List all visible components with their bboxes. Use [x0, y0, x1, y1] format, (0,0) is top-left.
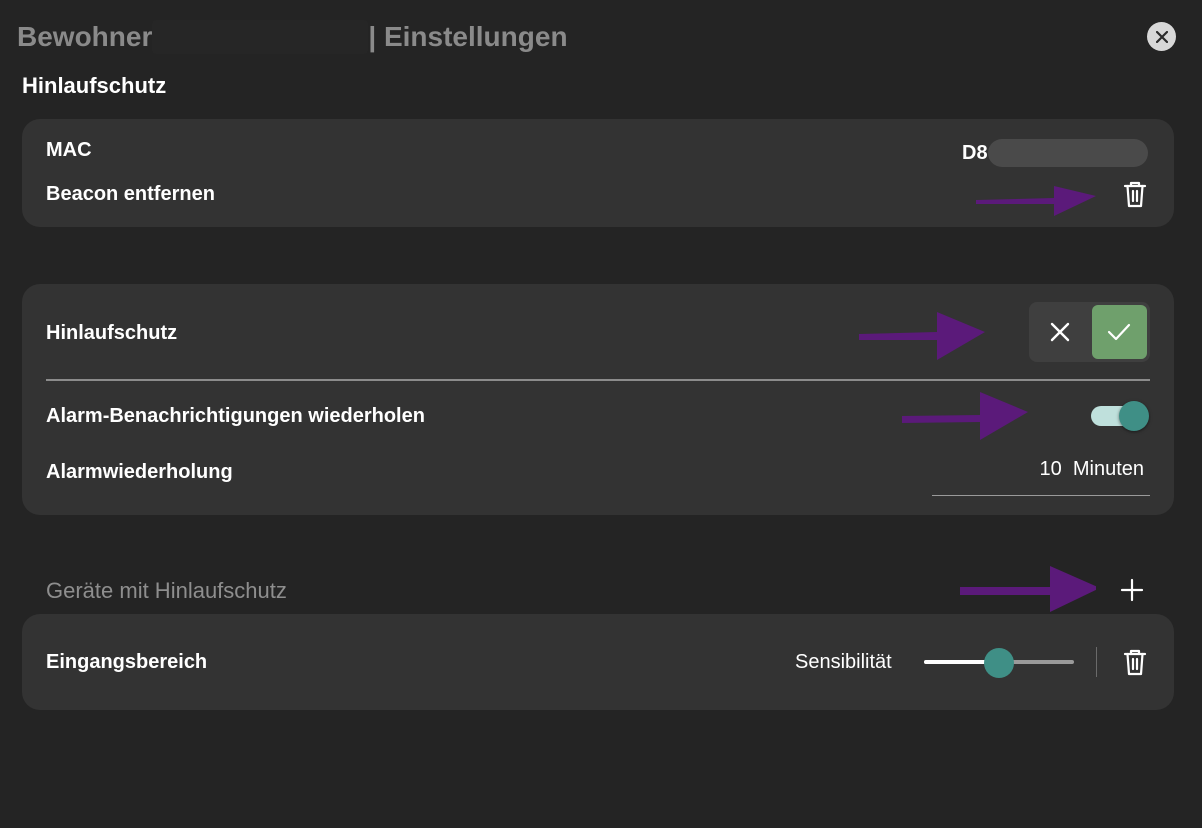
alarm-repetition-select[interactable]: 10 Minuten	[932, 456, 1150, 496]
trash-icon	[1123, 181, 1147, 208]
device-card: Eingangsbereich Sensibilität	[22, 614, 1174, 710]
hinlaufschutz-label: Hinlaufschutz	[46, 322, 178, 344]
settings-dialog: Bewohner | Einstellungen Hinlaufschutz M…	[0, 0, 1202, 828]
sensitivity-slider[interactable]	[924, 647, 1074, 678]
dialog-title-settings: | Einstellungen	[368, 21, 568, 52]
separator	[1096, 647, 1097, 677]
disable-button[interactable]	[1032, 305, 1088, 359]
close-button[interactable]	[1147, 22, 1176, 51]
redacted-name	[152, 20, 369, 54]
arrow-annotation	[976, 186, 1096, 216]
device-name: Eingangsbereich	[46, 651, 208, 673]
enable-button[interactable]	[1091, 305, 1147, 359]
remove-beacon-button[interactable]	[1123, 180, 1147, 208]
alarm-repetition-label: Alarmwiederholung	[46, 461, 233, 483]
delete-device-button[interactable]	[1123, 648, 1147, 676]
section-title: Hinlaufschutz	[22, 73, 167, 98]
mac-label: MAC	[46, 139, 92, 161]
repeat-alarm-switch[interactable]	[1089, 400, 1151, 432]
arrow-annotation	[859, 312, 985, 360]
mac-value: D8:	[962, 139, 1149, 167]
slider-thumb[interactable]	[984, 648, 1014, 678]
arrow-annotation	[960, 566, 1096, 612]
arrow-annotation	[902, 392, 1028, 440]
close-icon	[1155, 30, 1168, 43]
sensitivity-label: Sensibilität	[795, 651, 892, 673]
remove-beacon-label: Beacon entfernen	[46, 183, 215, 205]
repeat-alarm-label: Alarm-Benachrichtigungen wiederholen	[46, 405, 425, 427]
plus-icon	[1120, 578, 1144, 602]
x-icon	[1050, 322, 1069, 342]
add-device-button[interactable]	[1118, 576, 1146, 604]
trash-icon	[1123, 649, 1147, 676]
dialog-title-resident: Bewohner	[17, 21, 153, 52]
hinlaufschutz-toggle-group	[1029, 302, 1150, 362]
devices-header-label: Geräte mit Hinlaufschutz	[46, 578, 287, 603]
divider	[46, 379, 1150, 381]
dialog-title: Bewohner | Einstellungen	[17, 20, 568, 54]
redacted-mac	[988, 139, 1149, 167]
switch-thumb	[1119, 401, 1149, 431]
checkmark-icon	[1108, 323, 1131, 341]
alarm-repetition-value: 10 Minuten	[1039, 458, 1144, 480]
